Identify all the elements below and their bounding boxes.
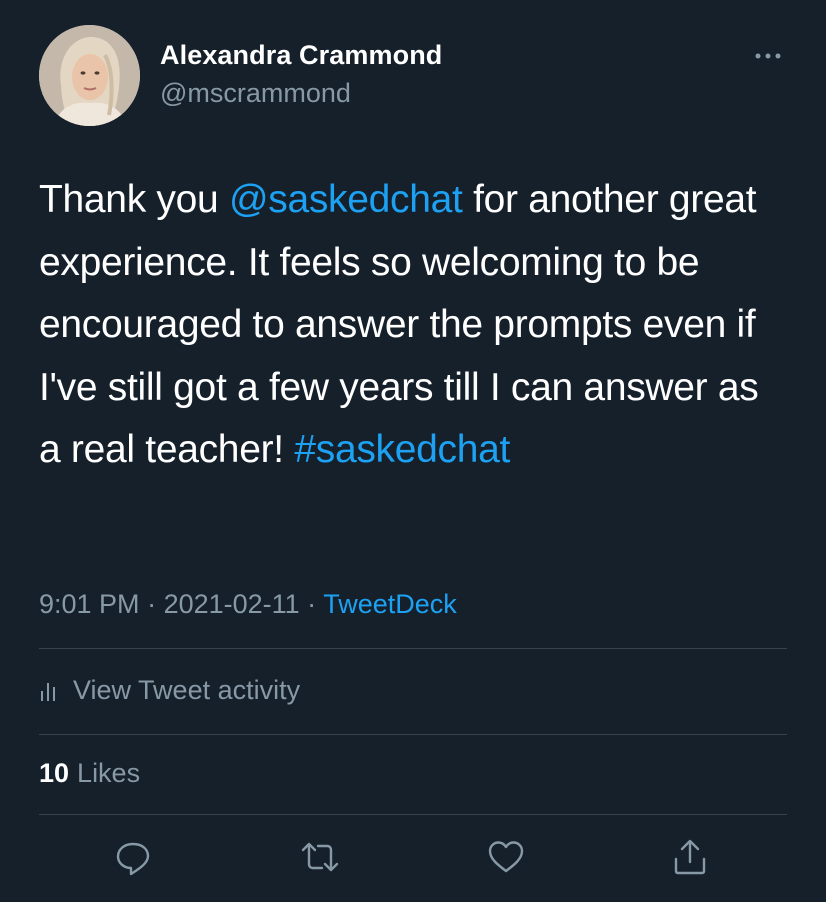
tweet-date[interactable]: 2021-02-11 (164, 589, 300, 619)
divider (39, 814, 787, 815)
like-button[interactable] (484, 835, 528, 879)
tweet-text: Thank you @saskedchat for another great … (39, 169, 784, 482)
heart-icon (488, 841, 524, 873)
avatar-photo (39, 25, 140, 126)
mention-link[interactable]: @saskedchat (229, 178, 463, 221)
comment-icon (116, 842, 150, 876)
hashtag-link[interactable]: #saskedchat (294, 428, 510, 471)
tweet-time[interactable]: 9:01 PM (39, 589, 140, 619)
share-button[interactable] (668, 835, 712, 879)
more-horizontal-icon (755, 53, 781, 59)
bar-chart-icon (39, 677, 61, 703)
reply-button[interactable] (111, 835, 155, 879)
display-name[interactable]: Alexandra Crammond (160, 40, 442, 71)
tweet-text-part: Thank you (39, 178, 229, 221)
tweet-source-link[interactable]: TweetDeck (323, 589, 457, 619)
divider (39, 648, 787, 649)
meta-separator: · (139, 589, 164, 619)
more-options-button[interactable] (750, 40, 790, 70)
tweet-meta: 9:01 PM · 2021-02-11 · TweetDeck (39, 589, 457, 620)
share-icon (674, 839, 706, 875)
retweet-icon (301, 842, 339, 872)
handle[interactable]: @mscrammond (160, 78, 351, 109)
divider (39, 734, 787, 735)
avatar[interactable] (39, 25, 140, 126)
meta-separator: · (299, 589, 324, 619)
likes-label: Likes (77, 758, 141, 788)
view-tweet-activity-label: View Tweet activity (73, 674, 301, 705)
likes-count[interactable]: 10 Likes (39, 758, 140, 789)
retweet-button[interactable] (298, 835, 342, 879)
view-tweet-activity-button[interactable]: View Tweet activity (39, 670, 300, 710)
likes-number: 10 (39, 758, 70, 788)
